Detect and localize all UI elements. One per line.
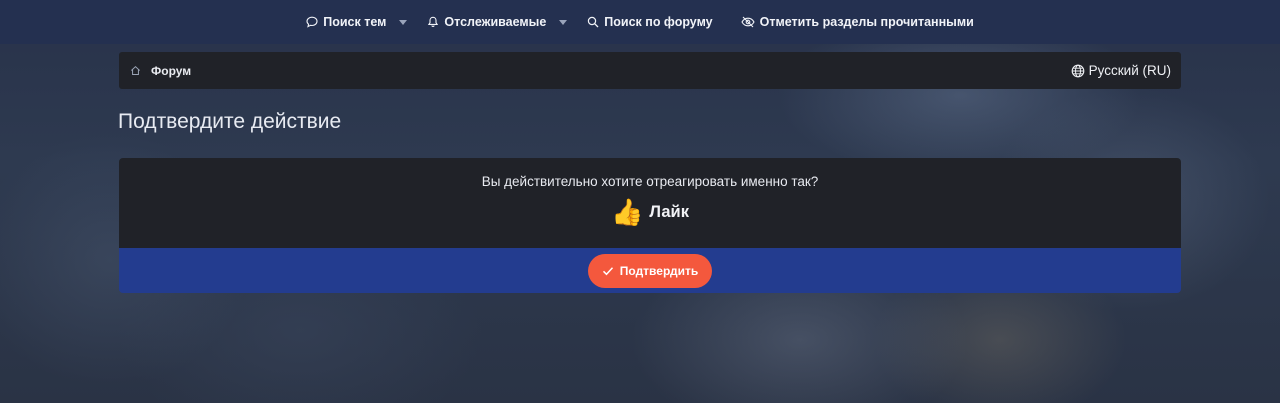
- nav-search-threads-label: Поиск тем: [323, 15, 387, 29]
- nav-watched[interactable]: Отслеживаемые: [417, 0, 577, 44]
- dialog-body: Вы действительно хотите отреагировать им…: [119, 158, 1181, 248]
- confirm-dialog: Вы действительно хотите отреагировать им…: [119, 158, 1181, 293]
- breadcrumb: Форум Русский (RU): [119, 52, 1181, 89]
- language-selector[interactable]: Русский (RU): [1071, 63, 1181, 78]
- reaction-display: 👍 Лайк: [119, 199, 1181, 225]
- nav-search-threads[interactable]: Поиск тем: [296, 0, 417, 44]
- dialog-footer: Подтвердить: [119, 248, 1181, 293]
- confirm-button[interactable]: Подтвердить: [587, 253, 713, 288]
- nav-search-forum[interactable]: Поиск по форуму: [577, 0, 722, 44]
- breadcrumb-forum-link[interactable]: Форум: [151, 64, 191, 78]
- reaction-label: Лайк: [649, 202, 689, 221]
- nav-mark-read[interactable]: Отметить разделы прочитанными: [731, 0, 984, 44]
- home-icon[interactable]: [130, 65, 141, 76]
- chat-bubble-icon: [306, 16, 318, 28]
- globe-icon: [1071, 64, 1085, 77]
- thumbs-up-icon: 👍: [611, 197, 644, 227]
- search-icon: [588, 16, 599, 28]
- confirm-button-label: Подтвердить: [619, 263, 699, 278]
- chevron-down-icon[interactable]: [399, 19, 408, 25]
- top-navigation: Поиск тем Отслеживаемые Поиск по форуму …: [0, 0, 1280, 44]
- page-title: Подтвердите действие: [118, 110, 342, 133]
- eye-slash-icon: [740, 16, 755, 28]
- language-label: Русский (RU): [1088, 63, 1171, 78]
- chevron-down-icon[interactable]: [559, 19, 568, 25]
- check-icon: [602, 266, 613, 275]
- confirm-question: Вы действительно хотите отреагировать им…: [481, 174, 819, 189]
- nav-mark-read-label: Отметить разделы прочитанными: [759, 15, 974, 29]
- bell-icon: [428, 16, 439, 28]
- nav-search-forum-label: Поиск по форуму: [604, 15, 713, 29]
- nav-watched-label: Отслеживаемые: [444, 15, 547, 29]
